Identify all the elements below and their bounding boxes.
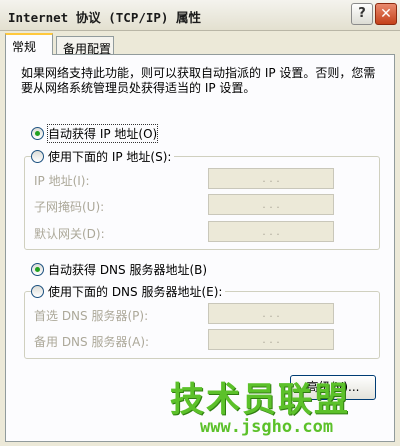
manual-dns-label: 使用下面的 DNS 服务器地址(E):: [48, 284, 223, 299]
auto-ip-radio-row[interactable]: 自动获得 IP 地址(O): [31, 123, 159, 143]
auto-dns-radio-row[interactable]: 自动获得 DNS 服务器地址(B): [31, 261, 207, 277]
manual-ip-radio-row[interactable]: 使用下面的 IP 地址(S):: [31, 148, 175, 164]
tab-alternate-config[interactable]: 备用配置: [56, 36, 114, 56]
tab-general[interactable]: 常规: [5, 33, 53, 55]
help-button[interactable]: ?: [351, 3, 373, 25]
preferred-dns-label: 首选 DNS 服务器(P):: [34, 309, 149, 323]
manual-dns-radio[interactable]: [31, 284, 44, 298]
subnet-mask-input[interactable]: . . .: [208, 194, 334, 215]
manual-ip-label: 使用下面的 IP 地址(S):: [48, 149, 172, 164]
ip-address-label: IP 地址(I):: [34, 174, 90, 188]
tab-general-label: 常规: [12, 40, 37, 54]
watermark-url: www.jsgho.com: [200, 417, 334, 437]
alternate-dns-input[interactable]: . . .: [208, 329, 334, 350]
manual-ip-radio[interactable]: [31, 149, 44, 163]
auto-dns-label: 自动获得 DNS 服务器地址(B): [48, 262, 208, 277]
title-bar: Internet 协议 (TCP/IP) 属性 ? ✕: [0, 0, 400, 31]
ip-address-input[interactable]: . . .: [208, 168, 334, 189]
window-title: Internet 协议 (TCP/IP) 属性: [8, 10, 201, 25]
alternate-dns-label: 备用 DNS 服务器(A):: [34, 335, 150, 349]
close-button[interactable]: ✕: [375, 3, 397, 25]
default-gateway-label: 默认网关(D):: [34, 227, 105, 241]
subnet-mask-label: 子网掩码(U):: [34, 200, 105, 214]
default-gateway-input[interactable]: . . .: [208, 221, 334, 242]
preferred-dns-input[interactable]: . . .: [208, 303, 334, 324]
manual-dns-radio-row[interactable]: 使用下面的 DNS 服务器地址(E):: [31, 283, 226, 299]
watermark-brand: 技术员联盟: [170, 380, 350, 420]
auto-dns-radio[interactable]: [31, 262, 44, 276]
watermark: 技术员联盟 www.jsgho.com: [170, 372, 395, 442]
intro-text: 如果网络支持此功能，则可以获取自动指派的 IP 设置。否则，您需要从网络系统管理…: [21, 66, 376, 95]
auto-ip-radio[interactable]: [31, 126, 44, 140]
auto-ip-label: 自动获得 IP 地址(O): [46, 123, 159, 143]
